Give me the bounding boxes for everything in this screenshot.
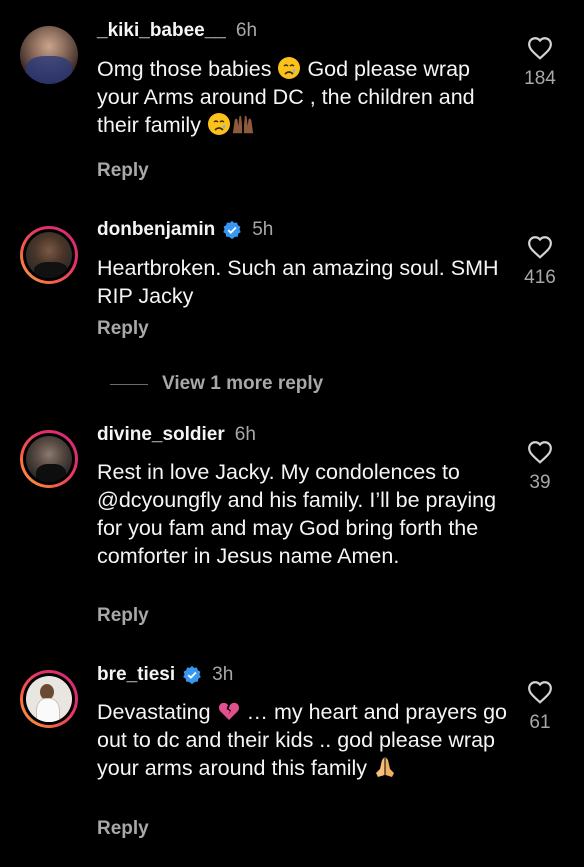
like-control: 61 [510,680,570,734]
verified-icon [223,220,241,240]
comment-header: bre_tiesi 3h [97,664,233,686]
reply-button[interactable]: Reply [97,605,149,627]
heart-icon[interactable] [527,680,553,704]
crying-face-emoji [207,113,230,135]
like-control: 39 [510,440,570,494]
like-count: 39 [529,472,551,493]
username[interactable]: donbenjamin [97,219,215,241]
comment-text: Rest in love Jacky. My condolences to @d… [97,460,497,568]
praying-hands-emoji [376,757,395,777]
comment-text: Devastating … my heart and prayers go ou… [97,700,507,780]
like-count: 61 [529,712,551,733]
username[interactable]: _kiki_babee__ [97,20,226,42]
heart-icon[interactable] [527,235,553,259]
heart-icon[interactable] [527,36,553,60]
like-count: 416 [524,267,556,288]
comment-header: _kiki_babee__ 6h [97,20,257,42]
username[interactable]: divine_soldier [97,424,225,446]
username[interactable]: bre_tiesi [97,664,175,686]
avatar[interactable] [20,430,78,488]
verified-icon [183,665,201,685]
reply-button[interactable]: Reply [97,318,149,340]
reply-button[interactable]: Reply [97,160,149,182]
avatar[interactable] [20,26,78,84]
heart-icon[interactable] [527,440,553,464]
comment-header: donbenjamin 5h [97,219,273,241]
timestamp: 6h [234,424,256,445]
avatar[interactable] [20,670,78,728]
comment-text: Omg those babies God please wrap your Ar… [97,57,475,137]
reply-button[interactable]: Reply [97,818,149,840]
raised-hands-emoji [232,115,254,134]
broken-heart-emoji [218,702,239,720]
avatar[interactable] [20,226,78,284]
comment-text: Heartbroken. Such an amazing soul. SMH R… [97,256,499,308]
crying-face-emoji [278,57,301,79]
timestamp: 3h [212,664,234,685]
divider [110,383,148,385]
comment-header: divine_soldier 6h [97,424,256,446]
like-control: 416 [510,235,570,289]
timestamp: 5h [252,219,274,240]
view-more-replies[interactable]: View 1 more reply [110,373,323,395]
timestamp: 6h [235,20,258,41]
like-count: 184 [524,68,556,89]
like-control: 184 [510,36,570,90]
